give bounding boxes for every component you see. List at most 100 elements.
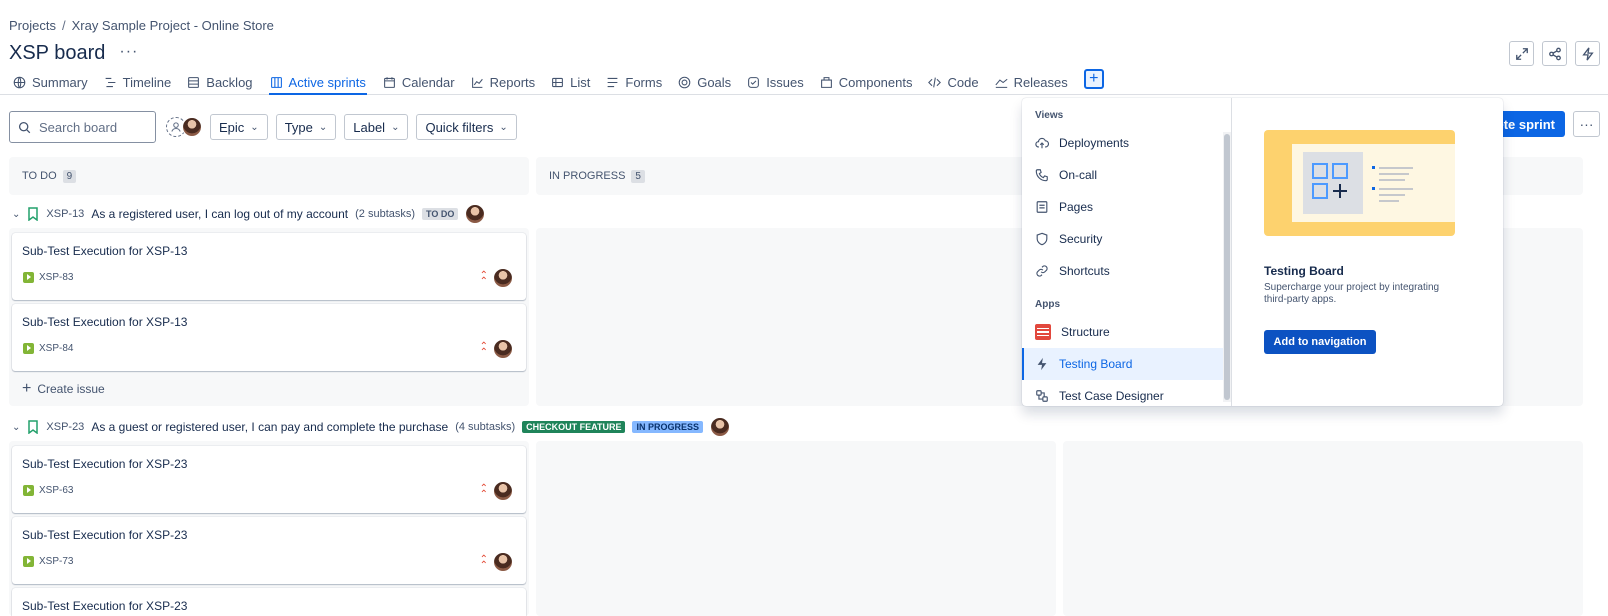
tab-forms[interactable]: Forms: [606, 71, 662, 94]
breadcrumb-project-link[interactable]: Xray Sample Project - Online Store: [72, 18, 274, 33]
avatar[interactable]: [493, 481, 513, 501]
tab-label: Forms: [625, 75, 663, 90]
card-key: XSP-73: [39, 556, 74, 567]
test-designer-icon: [1036, 390, 1048, 402]
test-execution-icon: [23, 343, 34, 354]
link-icon: [1036, 265, 1048, 277]
bolt-icon: [1037, 357, 1047, 371]
tab-timeline[interactable]: Timeline: [104, 71, 171, 94]
cloud-upload-icon: [1035, 137, 1049, 149]
menu-item-label: Security: [1059, 232, 1103, 246]
tab-label: Code: [947, 75, 979, 90]
add-to-navigation-button[interactable]: Add to navigation: [1264, 330, 1376, 354]
board-more-button[interactable]: ···: [1573, 111, 1600, 137]
menu-item-on-call[interactable]: On-call: [1022, 159, 1231, 191]
swimlane-header[interactable]: ⌄ XSP-13 As a registered user, I can log…: [12, 204, 486, 224]
tab-issues[interactable]: Issues: [747, 71, 804, 94]
priority-highest-icon: ⌃ ⌃: [479, 341, 488, 358]
tab-goals[interactable]: Goals: [678, 71, 731, 94]
issue-key[interactable]: XSP-13: [46, 208, 84, 220]
search-input[interactable]: Search board: [9, 111, 156, 143]
avatar[interactable]: [182, 117, 202, 137]
filter-label: Quick filters: [425, 119, 494, 135]
breadcrumb: Projects / Xray Sample Project - Online …: [9, 18, 274, 33]
menu-scrollbar-thumb[interactable]: [1224, 134, 1230, 400]
page-icon: [1036, 201, 1048, 213]
globe-icon: [13, 76, 26, 89]
automation-button[interactable]: [1575, 41, 1600, 66]
priority-highest-icon: ⌃ ⌃: [479, 270, 488, 287]
tab-active-sprints[interactable]: Active sprints: [268, 71, 367, 95]
filter-label: Epic: [219, 119, 245, 135]
priority-highest-icon: ⌃ ⌃: [479, 554, 488, 571]
plus-icon: +: [22, 380, 32, 397]
issue-key[interactable]: XSP-23: [46, 421, 84, 433]
swimlane-header[interactable]: ⌄ XSP-23 As a guest or registered user, …: [12, 417, 730, 437]
code-icon: [928, 77, 942, 88]
card-key: XSP-63: [39, 485, 74, 496]
tab-list[interactable]: List: [551, 71, 590, 94]
card-meta: XSP-84: [23, 343, 73, 354]
page-title-row: XSP board ···: [9, 42, 138, 65]
timeline-icon: [105, 77, 115, 88]
issue-card[interactable]: Sub-Test Execution for XSP-23 XSP-73 ⌃ ⌃: [12, 517, 526, 584]
backlog-icon: [188, 77, 200, 88]
tab-calendar[interactable]: Calendar: [383, 71, 455, 94]
chevron-down-icon[interactable]: ⌄: [12, 422, 20, 433]
filter-label: Label: [353, 119, 386, 135]
tab-label: Goals: [697, 75, 732, 90]
avatar[interactable]: [493, 552, 513, 572]
assignee-filter[interactable]: [166, 117, 202, 137]
tab-components[interactable]: Components: [820, 71, 912, 94]
test-execution-icon: [23, 485, 34, 496]
share-button[interactable]: [1542, 41, 1567, 66]
menu-item-security[interactable]: Security: [1022, 223, 1231, 255]
menu-item-label: Pages: [1059, 200, 1094, 214]
breadcrumb-projects-link[interactable]: Projects: [9, 18, 56, 33]
tab-summary[interactable]: Summary: [13, 71, 88, 94]
label-filter[interactable]: Label ⌄: [344, 114, 409, 140]
menu-item-pages[interactable]: Pages: [1022, 191, 1231, 223]
add-view-menu: Views Deployments On-call Pages Security…: [1022, 98, 1232, 406]
illustration-lines: [1372, 166, 1413, 202]
tab-backlog[interactable]: Backlog: [187, 71, 253, 94]
issue-card[interactable]: Sub-Test Execution for XSP-13 XSP-83 ⌃ ⌃: [12, 233, 526, 300]
create-issue-button[interactable]: + Create issue: [22, 380, 105, 398]
avatar[interactable]: [493, 268, 513, 288]
menu-item-test-case-designer[interactable]: Test Case Designer: [1022, 380, 1231, 412]
tab-releases[interactable]: Releases: [994, 71, 1068, 94]
chevron-down-icon[interactable]: ⌄: [12, 209, 20, 220]
card-summary: Sub-Test Execution for XSP-23: [22, 457, 188, 471]
add-view-button[interactable]: +: [1083, 69, 1104, 89]
epic-filter[interactable]: Epic ⌄: [210, 114, 268, 140]
menu-item-structure[interactable]: Structure: [1022, 316, 1231, 348]
structure-icon: [1035, 324, 1051, 340]
fullscreen-button[interactable]: [1509, 41, 1534, 66]
tab-reports[interactable]: Reports: [471, 71, 535, 94]
menu-item-deployments[interactable]: Deployments: [1022, 127, 1231, 159]
issue-card[interactable]: Sub-Test Execution for XSP-23 XSP-63 ⌃ ⌃: [12, 446, 526, 513]
title-more-button[interactable]: ···: [119, 43, 138, 61]
menu-item-testing-board[interactable]: Testing Board: [1022, 348, 1231, 380]
priority-highest-icon: ⌃ ⌃: [479, 483, 488, 500]
tab-label: List: [570, 75, 591, 90]
column-name: IN PROGRESS: [549, 170, 626, 182]
tab-label: Summary: [32, 75, 88, 90]
menu-item-shortcuts[interactable]: Shortcuts: [1022, 255, 1231, 287]
issue-card[interactable]: Sub-Test Execution for XSP-23: [12, 588, 526, 616]
epic-badge: CHECKOUT FEATURE: [522, 421, 626, 433]
card-summary: Sub-Test Execution for XSP-13: [22, 315, 188, 329]
project-tabs: Summary Timeline Backlog Active sprints …: [0, 69, 1608, 95]
card-summary: Sub-Test Execution for XSP-23: [22, 528, 188, 542]
card-meta: XSP-73: [23, 556, 73, 567]
tab-code[interactable]: Code: [928, 71, 979, 94]
card-summary: Sub-Test Execution for XSP-23: [22, 599, 188, 613]
header-actions: [1509, 41, 1600, 66]
avatar[interactable]: [493, 339, 513, 359]
type-filter[interactable]: Type ⌄: [275, 114, 337, 140]
bolt-icon: [1581, 46, 1594, 61]
quick-filters[interactable]: Quick filters ⌄: [416, 114, 517, 140]
goals-icon: [678, 76, 691, 89]
issue-card[interactable]: Sub-Test Execution for XSP-13 XSP-84 ⌃ ⌃: [12, 304, 526, 371]
chevron-down-icon: ⌄: [250, 121, 259, 133]
